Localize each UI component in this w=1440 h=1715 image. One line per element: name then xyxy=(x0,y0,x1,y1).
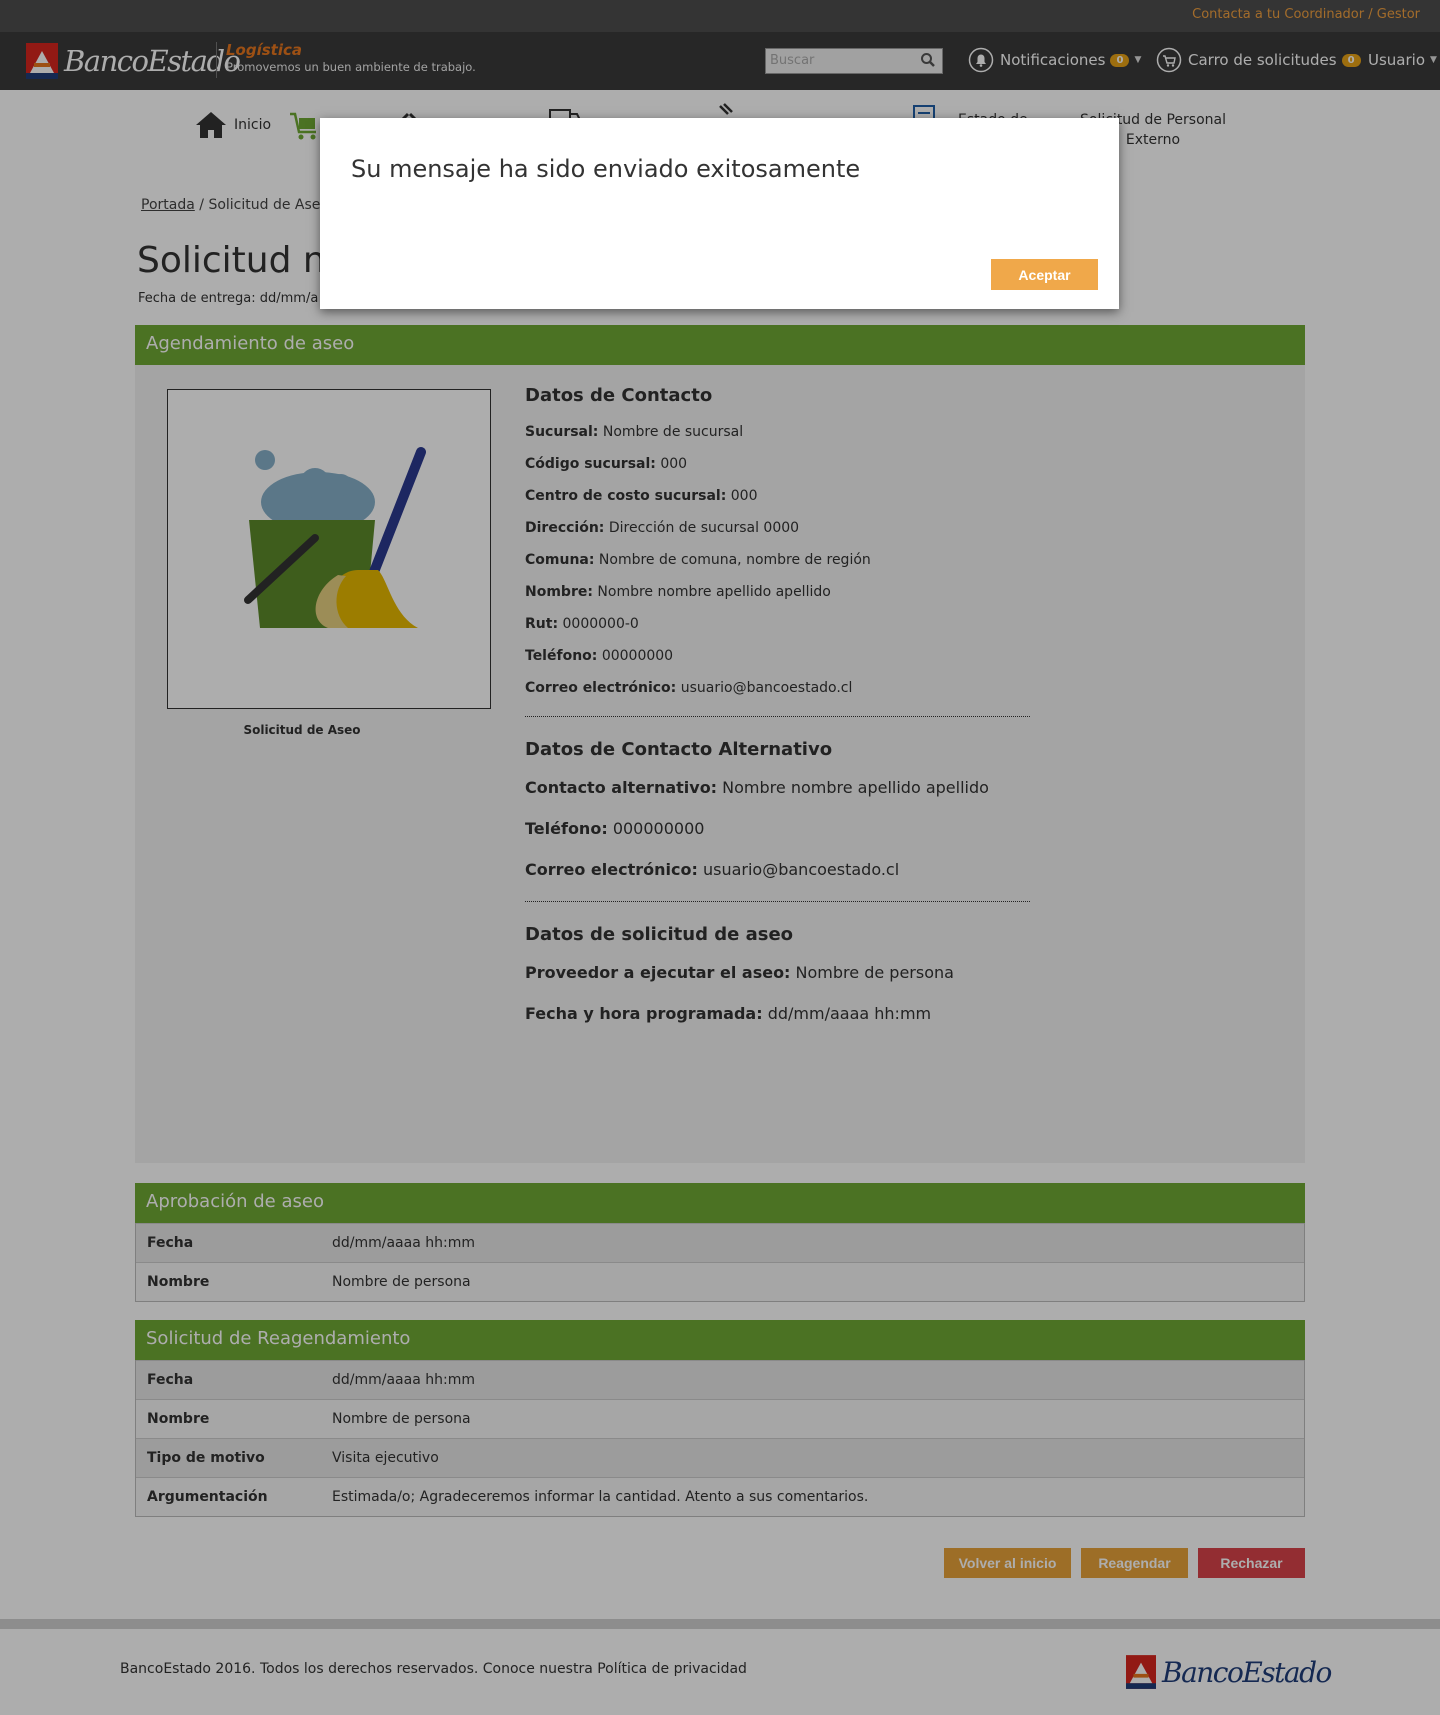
accept-button[interactable]: Aceptar xyxy=(991,259,1098,290)
modal-message: Su mensaje ha sido enviado exitosamente xyxy=(351,155,861,183)
success-modal: Su mensaje ha sido enviado exitosamente … xyxy=(320,118,1119,309)
